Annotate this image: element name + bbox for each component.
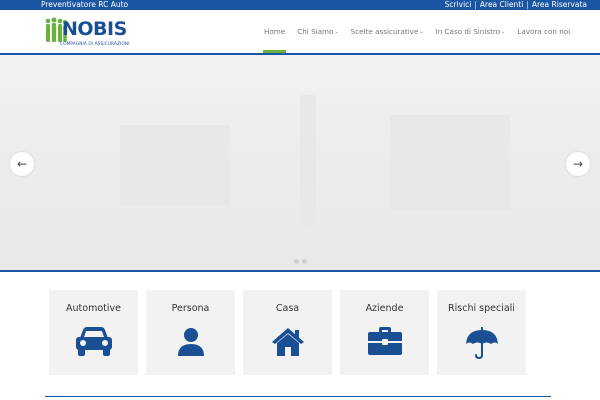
insurance-categories: Automotive Persona Casa Aziende Rischi s…	[49, 290, 526, 375]
category-label: Aziende	[365, 303, 404, 314]
logo-wordmark: NOBIS	[62, 18, 127, 40]
nav-item-label: Chi Siamo	[297, 27, 334, 36]
slide-image-shape	[120, 125, 230, 205]
arrow-right-icon: →	[572, 157, 584, 171]
house-icon	[271, 328, 304, 356]
category-label: Casa	[275, 303, 300, 314]
nav-item-chi-siamo[interactable]: Chi Siamo ⌄	[291, 10, 344, 53]
nav-item-label: Scelte assicurative	[350, 27, 419, 36]
top-links: Scrivici | Area Clienti | Area Riservata	[445, 0, 587, 10]
nobis-logo[interactable]: NOBIS COMPAGNIA DI ASSICURAZIONI	[44, 14, 129, 50]
category-label: Rischi speciali	[448, 303, 515, 314]
slide-image-shape	[300, 95, 316, 225]
nav-item-lavora-con-noi[interactable]: Lavora con noi	[511, 10, 576, 53]
slide-image-shape	[390, 115, 510, 210]
slider-pagination	[294, 259, 307, 264]
nav-item-scelte-assicurative[interactable]: Scelte assicurative ⌄	[345, 10, 430, 53]
category-label: Persona	[171, 303, 210, 314]
slider-divider	[0, 270, 600, 272]
nav-item-label: Lavora con noi	[517, 27, 571, 36]
category-card-aziende[interactable]: Aziende	[340, 290, 429, 375]
logo-tagline: COMPAGNIA DI ASSICURAZIONI	[60, 42, 130, 47]
top-link-separator: |	[526, 0, 529, 9]
slider-next-button[interactable]: →	[566, 152, 590, 176]
top-link-separator: |	[474, 0, 477, 9]
top-link-area-clienti[interactable]: Area Clienti	[480, 0, 523, 10]
nav-item-home[interactable]: Home	[258, 10, 291, 53]
person-icon	[177, 328, 204, 356]
nav-item-label: Home	[264, 27, 286, 36]
umbrella-icon	[465, 327, 498, 360]
slider-prev-button[interactable]: ←	[10, 152, 34, 176]
main-nav: Home Chi Siamo ⌄ Scelte assicurative ⌄ I…	[258, 10, 576, 53]
top-link-scrivici[interactable]: Scrivici	[445, 0, 472, 10]
top-bar: Preventivatore RC Auto Scrivici | Area C…	[0, 0, 600, 10]
category-card-casa[interactable]: Casa	[243, 290, 332, 375]
nav-item-label: In Caso di Sinistro	[435, 27, 501, 36]
category-card-automotive[interactable]: Automotive	[49, 290, 138, 375]
category-card-persona[interactable]: Persona	[146, 290, 235, 375]
slider-dot-1[interactable]	[294, 259, 299, 264]
arrow-left-icon: ←	[16, 157, 28, 171]
rc-auto-quote-link[interactable]: Preventivatore RC Auto	[41, 0, 128, 10]
category-label: Automotive	[66, 303, 121, 314]
chevron-down-icon: ⌄	[334, 28, 339, 35]
chevron-down-icon: ⌄	[419, 28, 424, 35]
hero-slider[interactable]: ← →	[0, 55, 600, 270]
site-header: NOBIS COMPAGNIA DI ASSICURAZIONI Home Ch…	[0, 10, 600, 53]
slider-dot-2[interactable]	[302, 259, 307, 264]
nav-item-sinistro[interactable]: In Caso di Sinistro ⌄	[430, 10, 512, 53]
top-link-area-riservata[interactable]: Area Riservata	[532, 0, 587, 10]
category-card-rischi-speciali[interactable]: Rischi speciali	[437, 290, 526, 375]
content-divider	[45, 396, 551, 397]
briefcase-icon	[367, 327, 402, 355]
car-icon	[75, 327, 112, 356]
chevron-down-icon: ⌄	[501, 28, 506, 35]
